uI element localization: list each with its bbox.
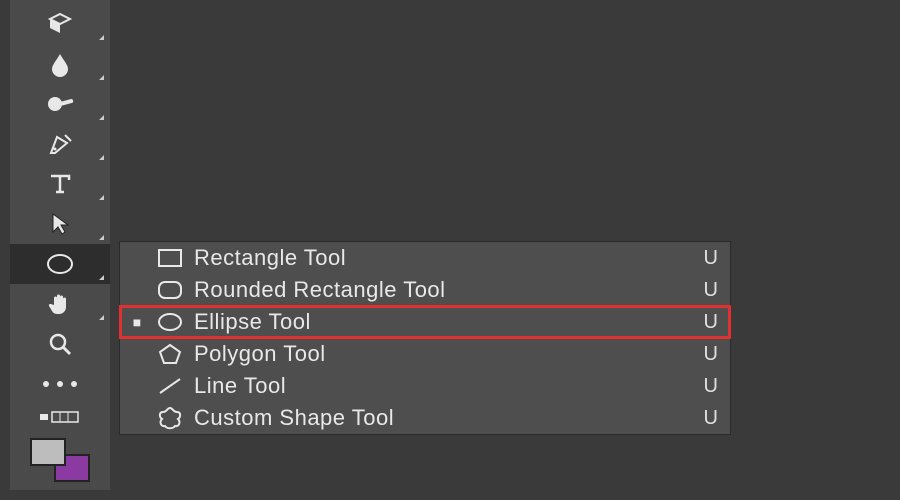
edit-toolbar[interactable] [10, 404, 110, 430]
ellipse-icon [45, 252, 75, 276]
flyout-indicator [99, 35, 104, 40]
flyout-item-polygon[interactable]: Polygon Tool U [120, 338, 730, 370]
line-icon [146, 375, 194, 397]
hand-icon [47, 291, 73, 317]
flyout-item-line[interactable]: Line Tool U [120, 370, 730, 402]
canvas-area: Rectangle Tool U Rounded Rectangle Tool … [0, 0, 900, 500]
magnifier-icon [47, 331, 73, 357]
flyout-item-label: Ellipse Tool [194, 309, 694, 335]
flyout-item-label: Rectangle Tool [194, 245, 694, 271]
flyout-item-rounded-rectangle[interactable]: Rounded Rectangle Tool U [120, 274, 730, 306]
flyout-item-rectangle[interactable]: Rectangle Tool U [120, 242, 730, 274]
shape-tool-flyout: Rectangle Tool U Rounded Rectangle Tool … [120, 242, 730, 434]
rounded-rectangle-icon [146, 279, 194, 301]
flyout-indicator [99, 195, 104, 200]
active-bullet: ■ [128, 314, 146, 330]
shape-tool[interactable] [10, 244, 110, 284]
foreground-color-swatch[interactable] [30, 438, 66, 466]
pen-tool[interactable] [10, 124, 110, 164]
flyout-indicator [99, 75, 104, 80]
shortcut-key: U [694, 279, 718, 302]
flyout-indicator [99, 315, 104, 320]
gradient-tool[interactable] [10, 4, 110, 44]
path-selection-tool[interactable] [10, 204, 110, 244]
flyout-item-custom-shape[interactable]: Custom Shape Tool U [120, 402, 730, 434]
flyout-indicator [99, 115, 104, 120]
color-swatches[interactable] [10, 436, 110, 486]
rectangle-icon [146, 247, 194, 269]
pen-icon [47, 131, 73, 157]
more-options[interactable] [10, 364, 110, 404]
shortcut-key: U [694, 247, 718, 270]
gradient-icon [47, 11, 73, 37]
shortcut-key: U [694, 375, 718, 398]
dodge-tool[interactable] [10, 84, 110, 124]
shortcut-key: U [694, 407, 718, 430]
blur-tool[interactable] [10, 44, 110, 84]
flyout-item-label: Polygon Tool [194, 341, 694, 367]
flyout-item-label: Line Tool [194, 373, 694, 399]
polygon-icon [146, 342, 194, 366]
flyout-indicator [99, 275, 104, 280]
flyout-indicator [99, 235, 104, 240]
ellipsis-icon [43, 381, 77, 387]
hand-tool[interactable] [10, 284, 110, 324]
shortcut-key: U [694, 343, 718, 366]
flyout-item-label: Custom Shape Tool [194, 405, 694, 431]
type-tool[interactable] [10, 164, 110, 204]
flyout-item-ellipse[interactable]: ■ Ellipse Tool U [120, 306, 730, 338]
tools-panel [10, 0, 110, 490]
edit-toolbar-icon [40, 410, 80, 424]
flyout-indicator [99, 155, 104, 160]
dodge-icon [45, 93, 75, 115]
ellipse-icon [146, 311, 194, 333]
custom-shape-icon [146, 405, 194, 431]
droplet-icon [49, 51, 71, 77]
shortcut-key: U [694, 311, 718, 334]
zoom-tool[interactable] [10, 324, 110, 364]
arrow-cursor-icon [49, 212, 71, 236]
type-icon [48, 172, 72, 196]
flyout-item-label: Rounded Rectangle Tool [194, 277, 694, 303]
